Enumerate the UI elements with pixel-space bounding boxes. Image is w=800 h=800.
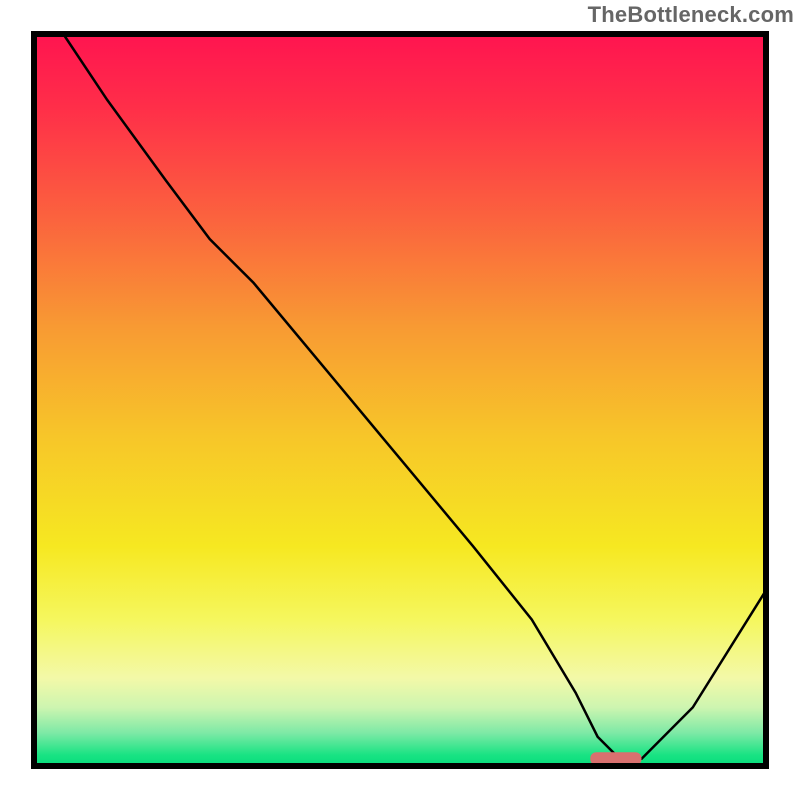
- plot-area: [34, 34, 766, 766]
- gradient-background: [34, 34, 766, 766]
- chart-svg: [0, 0, 800, 800]
- attribution-text: TheBottleneck.com: [588, 2, 794, 28]
- bottleneck-chart: TheBottleneck.com: [0, 0, 800, 800]
